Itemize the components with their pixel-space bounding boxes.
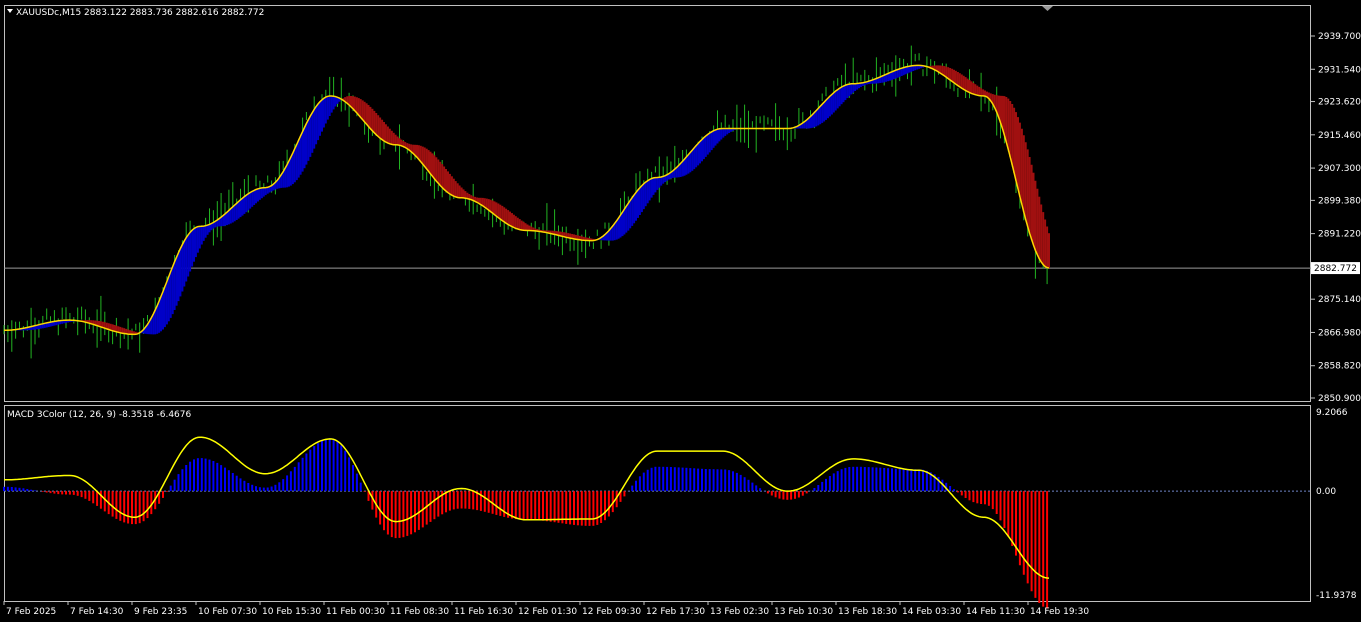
triangle-down-icon[interactable]: [7, 9, 13, 13]
moving-average-line: [4, 64, 1050, 336]
time-tick-label: 7 Feb 14:30: [70, 607, 124, 617]
time-tick-label: 9 Feb 23:35: [134, 607, 187, 617]
time-tick-label: 13 Feb 18:30: [838, 607, 897, 617]
time-tick-label: 12 Feb 09:30: [582, 607, 641, 617]
time-tick-label: 12 Feb 01:30: [518, 607, 577, 617]
time-tick-label: 12 Feb 17:30: [646, 607, 705, 617]
price-tick-label: 2907.300: [1318, 164, 1361, 174]
time-axis: 7 Feb 2025 7 Feb 14:30 9 Feb 23:35 10 Feb 0…: [3, 601, 1089, 617]
chart-frame: [4, 5, 1311, 602]
time-tick-label: 13 Feb 02:30: [710, 607, 769, 617]
price-tick-label: 2875.140: [1318, 295, 1361, 305]
price-tick-label: 2891.220: [1318, 230, 1361, 240]
trading-chart[interactable]: XAUUSDc,M15 2883.122 2883.736 2882.616 2…: [0, 0, 1361, 622]
ma-line-path: [4, 64, 1050, 336]
time-tick-label: 10 Feb 15:30: [262, 607, 321, 617]
time-tick-label: 14 Feb 11:30: [966, 607, 1025, 617]
price-tick-label: 2915.460: [1318, 131, 1361, 141]
time-tick-label: 11 Feb 08:30: [390, 607, 449, 617]
price-tick-label: 2899.380: [1318, 196, 1361, 206]
macd-histogram: [3, 438, 1311, 609]
indicator-title: MACD 3Color (12, 26, 9) -8.3518 -6.4676: [7, 410, 191, 420]
symbol-info: XAUUSDc,M15 2883.122 2883.736 2882.616 2…: [16, 8, 264, 18]
time-tick-label: 13 Feb 10:30: [774, 607, 833, 617]
price-tick-label: 2939.700: [1318, 32, 1361, 42]
time-tick-label: 7 Feb 2025: [6, 607, 56, 617]
macd-top-label: 9.2066: [1316, 408, 1348, 418]
indicator-pane-border: [4, 405, 1311, 602]
macd-zero-label: 0.00: [1316, 487, 1336, 497]
time-tick-label: 10 Feb 07:30: [198, 607, 257, 617]
time-tick-label: 14 Feb 19:30: [1030, 607, 1089, 617]
ma-ribbon: [6, 65, 1050, 335]
time-tick-label: 14 Feb 03:30: [902, 607, 961, 617]
time-tick-label: 11 Feb 00:30: [326, 607, 385, 617]
price-tick-label: 2923.620: [1318, 98, 1361, 108]
current-price-label: 2882.772: [1314, 264, 1357, 274]
main-pane-border: [4, 5, 1311, 402]
macd-axis: 9.2066 0.00 -11.9378: [1316, 408, 1357, 601]
price-tick-label: 2931.540: [1318, 65, 1361, 75]
price-axis: 2939.700 2931.540 2923.620 2915.460 2907.300…: [1311, 32, 1361, 404]
chart-shift-marker-icon[interactable]: [1042, 6, 1053, 11]
macd-bottom-label: -11.9378: [1316, 591, 1357, 601]
price-tick-label: 2858.820: [1318, 362, 1361, 372]
time-tick-label: 11 Feb 16:30: [454, 607, 513, 617]
price-tick-label: 2850.900: [1318, 394, 1361, 404]
price-tick-label: 2866.980: [1318, 328, 1361, 338]
